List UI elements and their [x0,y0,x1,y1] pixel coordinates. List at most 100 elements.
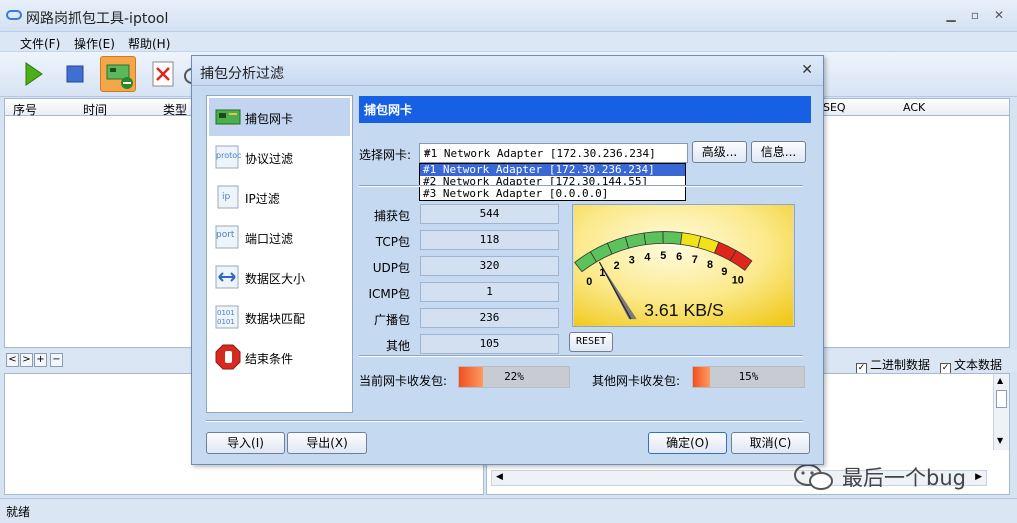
col-seq[interactable]: SEQ [823,101,846,114]
stat-value: 118 [420,230,559,250]
maximize-icon[interactable]: ▫ [968,8,982,22]
status-bar: 就绪 [0,498,1017,523]
binary-data-checkbox[interactable]: ✓ 二进制数据 [856,356,930,374]
dialog-title-bar: 捕包分析过滤 ✕ [192,56,823,86]
col-ack[interactable]: ACK [903,101,925,114]
stat-label: 广播包 [373,313,410,327]
stat-label: 捕获包 [373,209,410,223]
nav-item-protocol[interactable]: protoc 协议过滤 [209,138,350,176]
close-icon[interactable]: ✕ [992,8,1006,22]
nav-item-port[interactable]: port 端口过滤 [209,218,350,256]
panel-header: 捕包网卡 [359,96,811,123]
svg-text:ip: ip [222,192,231,202]
menu-file[interactable]: 文件(F) [20,35,60,52]
menu-help[interactable]: 帮助(H) [128,35,170,52]
progress-fill [459,367,484,387]
window-title: 网路岗抓包工具-iptool [26,11,169,27]
app-icon [6,10,22,20]
stat-value: 1 [420,282,559,302]
clear-button[interactable] [146,56,182,92]
filter-button[interactable] [100,56,136,92]
expand-button[interactable]: + [34,353,47,367]
adapter-select[interactable]: #1 Network Adapter [172.30.236.234] ▼ [419,143,688,163]
protocol-icon: protoc [215,145,241,169]
ok-button[interactable]: 确定(O) [648,432,727,454]
vertical-scrollbar[interactable]: ▲ ▼ [993,374,1009,450]
stat-label: UDP包 [372,261,410,275]
stat-value: 105 [420,334,559,354]
progress-fill [693,367,710,387]
stat-value: 236 [420,308,559,328]
panel-title: 捕包网卡 [364,103,413,117]
scroll-left-button[interactable]: < [6,353,19,367]
title-bar: 网路岗抓包工具-iptool ▁ ▫ ✕ [0,0,1017,32]
current-adapter-label: 当前网卡收发包: [359,374,448,388]
filter-nav: 捕包网卡 protoc 协议过滤 ip IP过滤 port 端口过滤 数据区大小… [206,95,353,413]
binary-data-icon: 01010101 [215,305,239,329]
current-adapter-progress: 22% [458,366,570,388]
export-button[interactable]: 导出(X) [287,432,367,454]
gauge-tick-label: 4 [644,251,650,263]
nav-item-block-match[interactable]: 0101 0101 数据块匹配 [209,298,350,336]
gauge-tick-label: 7 [692,254,698,266]
ip-icon: ip [217,185,239,209]
text-data-checkbox[interactable]: ✓ 文本数据 [940,356,1002,374]
scroll-left-icon[interactable]: ◀ [496,472,503,482]
adapter-dropdown: #1 Network Adapter [172.30.236.234] #2 N… [419,163,686,201]
menu-operate[interactable]: 操作(E) [74,35,115,52]
chevron-down-icon[interactable]: ▼ [424,148,683,157]
close-icon[interactable]: ✕ [801,62,813,78]
gauge-tick-label: 3 [629,255,635,267]
scroll-right-button[interactable]: > [20,353,33,367]
nav-item-ip[interactable]: ip IP过滤 [209,178,350,216]
gauge-tick-label: 1 [599,267,605,279]
capture-filter-dialog: 捕包分析过滤 ✕ 捕包网卡 protoc 协议过滤 ip IP过滤 port 端… [191,55,824,465]
minimize-icon[interactable]: ▁ [944,8,958,22]
scroll-thumb[interactable] [996,390,1007,408]
divider [359,185,803,187]
other-adapter-progress: 15% [692,366,805,388]
current-adapter-percent: 22% [504,370,524,383]
nav-item-data-size[interactable]: 数据区大小 [209,258,350,296]
gauge-reading: 3.61 KB/S [644,300,724,320]
adapter-option[interactable]: #3 Network Adapter [0.0.0.0] [420,188,685,200]
binary-data-label: 二进制数据 [870,358,931,372]
divider [359,355,803,357]
network-card-icon [106,64,133,89]
stop-icon [66,65,84,83]
info-button[interactable]: 信息... [751,141,806,163]
gauge-tick-label: 0 [586,276,592,288]
import-button[interactable]: 导入(I) [206,432,285,454]
gauge-tick-label: 6 [676,251,682,263]
advanced-button[interactable]: 高级... [692,141,747,163]
svg-text:protoc: protoc [216,151,241,160]
speed-gauge: 012 3 4 5 6 7 89 10 3.61 KB/S [572,204,795,327]
nav-item-adapter[interactable]: 捕包网卡 [209,98,350,136]
gauge-segment [643,231,664,246]
scroll-up-icon[interactable]: ▲ [997,376,1003,385]
collapse-button[interactable]: − [50,353,63,367]
scroll-down-icon[interactable]: ▼ [997,436,1003,445]
gauge-tick-label: 2 [614,260,620,272]
port-icon: port [215,225,239,249]
svg-text:0101: 0101 [217,318,235,326]
gauge-tick-label: 9 [721,266,727,278]
delete-icon [152,61,174,87]
cancel-button[interactable]: 取消(C) [731,432,810,454]
svg-text:0101: 0101 [217,309,235,317]
start-capture-button[interactable] [14,56,50,92]
stat-label: ICMP包 [368,287,410,301]
nav-item-end-condition[interactable]: 结束条件 [209,338,350,376]
select-adapter-label: 选择网卡: [359,148,412,162]
stop-hand-icon [215,344,241,370]
stop-capture-button[interactable] [57,56,93,92]
gauge-tick-label: 5 [660,250,666,262]
other-adapter-percent: 15% [738,370,759,383]
stat-value: 544 [420,204,559,224]
stat-label: TCP包 [375,235,410,249]
reset-button[interactable]: RESET [569,332,613,352]
play-icon [25,62,43,86]
svg-text:port: port [216,230,235,240]
network-card-icon [215,109,241,125]
resize-arrows-icon [215,265,239,289]
